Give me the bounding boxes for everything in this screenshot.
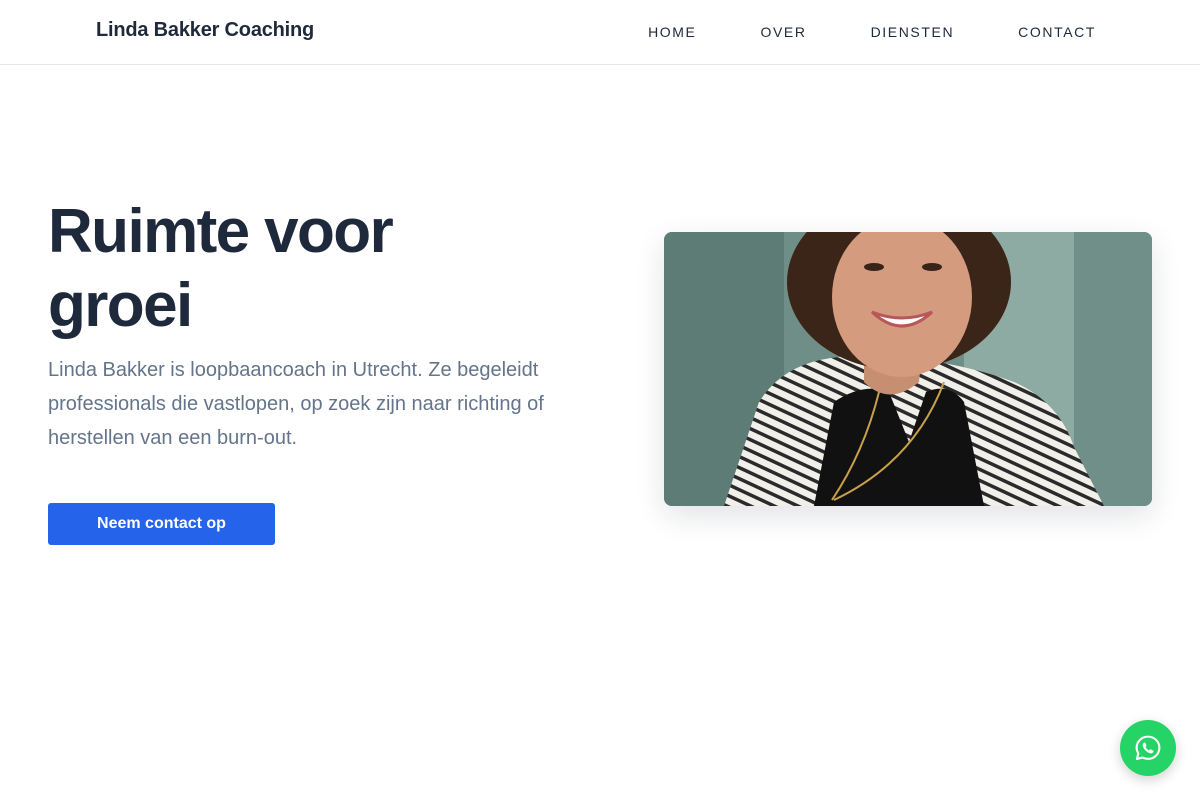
nav-over[interactable]: OVER bbox=[761, 24, 807, 40]
left-eye bbox=[864, 263, 884, 271]
brand-logo-link[interactable]: Linda Bakker Coaching bbox=[96, 19, 314, 42]
main-nav: HOME OVER DIENSTEN CONTACT bbox=[648, 24, 1096, 40]
contact-cta-button[interactable]: Neem contact op bbox=[48, 503, 275, 545]
hero-title-line1: Ruimte voor bbox=[48, 197, 394, 266]
nav-diensten[interactable]: DIENSTEN bbox=[871, 24, 955, 40]
hero-description: Linda Bakker is loopbaancoach in Utrecht… bbox=[48, 359, 544, 449]
photo-bg-far-right bbox=[1074, 232, 1152, 506]
hero-title-line2: groei bbox=[48, 271, 193, 340]
whatsapp-chat-button[interactable] bbox=[1120, 720, 1176, 776]
nav-home[interactable]: HOME bbox=[648, 24, 696, 40]
hero-title: Ruimte voor groei bbox=[48, 195, 568, 343]
coach-portrait-photo bbox=[664, 232, 1152, 506]
nav-contact[interactable]: CONTACT bbox=[1018, 24, 1096, 40]
portrait-illustration bbox=[664, 232, 1152, 506]
whatsapp-icon bbox=[1135, 735, 1161, 760]
site-header: Linda Bakker Coaching HOME OVER DIENSTEN… bbox=[0, 0, 1200, 65]
right-eye bbox=[922, 263, 942, 271]
